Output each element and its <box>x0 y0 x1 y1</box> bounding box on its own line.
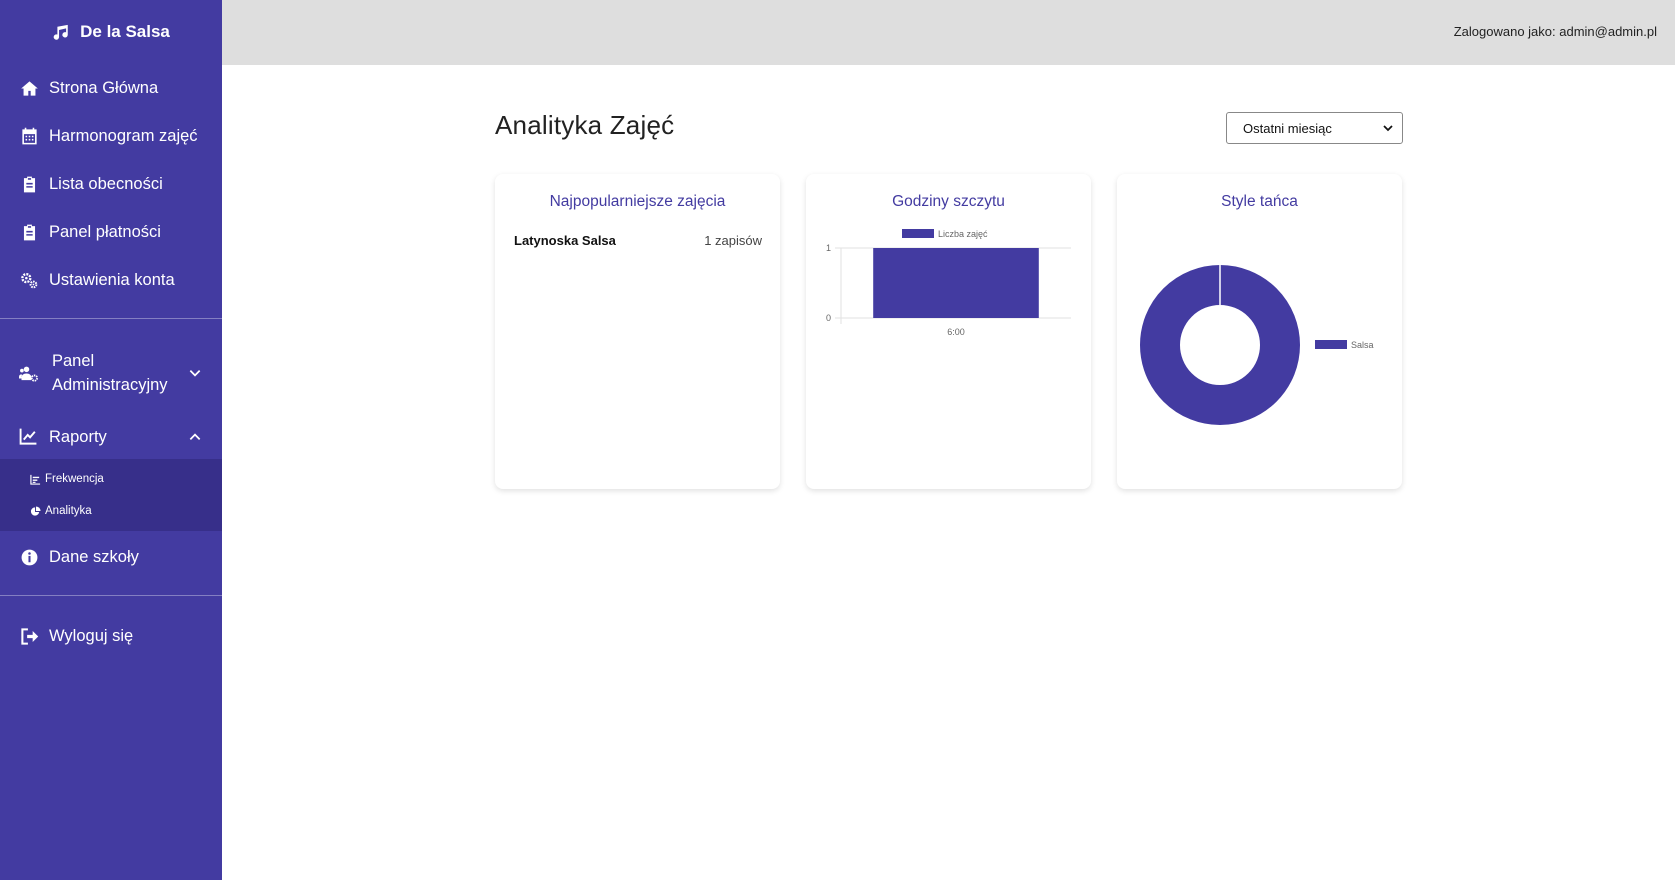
sidebar-subitem-label: Frekwencja <box>45 473 104 485</box>
sidebar-item-school-data[interactable]: Dane szkoły <box>0 533 222 581</box>
logged-in-user: Zalogowano jako: admin@admin.pl <box>1453 24 1657 39</box>
sidebar-item-label: Strona Główna <box>49 78 159 97</box>
calendar-icon <box>19 126 39 146</box>
sidebar-item-logout[interactable]: Wyloguj się <box>0 612 222 660</box>
users-cog-icon <box>19 363 39 383</box>
period-select[interactable]: Ostatni miesiąc <box>1226 112 1403 144</box>
chevron-up-icon <box>189 433 201 440</box>
chevron-down-icon <box>1383 125 1393 132</box>
bar <box>873 248 1039 318</box>
sign-out-icon <box>19 626 39 646</box>
gears-icon <box>19 270 39 290</box>
sidebar-item-label: Harmonogram zajęć <box>49 126 198 145</box>
sidebar-divider <box>0 595 222 596</box>
sidebar-item-label: Lista obecności <box>49 174 163 193</box>
y-tick-label: 1 <box>826 243 831 253</box>
card-title: Godziny szczytu <box>892 193 1005 210</box>
legend-label: Liczba zajęć <box>938 229 988 239</box>
x-tick-label: 6:00 <box>947 327 965 337</box>
period-select-value: Ostatni miesiąc <box>1243 120 1332 136</box>
sidebar-subitem-analytics[interactable]: Analityka <box>0 495 222 527</box>
clipboard-icon <box>19 222 39 242</box>
legend-label: Salsa <box>1351 340 1374 350</box>
clipboard-icon <box>19 174 39 194</box>
class-name: Latynoska Salsa <box>514 233 616 248</box>
top-bar: Zalogowano jako: admin@admin.pl <box>222 0 1675 65</box>
list-item: Latynoska Salsa 1 zapisów <box>514 233 762 248</box>
sidebar-item-payments[interactable]: Panel płatności <box>0 208 222 256</box>
legend-swatch <box>902 229 934 238</box>
enrollment-count: 1 zapisów <box>704 233 762 248</box>
peak-hours-card: Godziny szczytu Liczba zajęć 0 1 6:00 <box>806 174 1091 489</box>
sidebar-subitem-attendance[interactable]: Frekwencja <box>0 463 222 495</box>
sidebar-item-label: Raporty <box>49 428 107 446</box>
sidebar: De la Salsa Strona Główna Harmonogram za… <box>0 0 222 880</box>
dance-styles-card: Style tańca Salsa <box>1117 174 1402 489</box>
sidebar-item-label: Dane szkoły <box>49 547 139 566</box>
reports-submenu: Frekwencja Analityka <box>0 459 222 531</box>
brand-name: De la Salsa <box>80 22 170 41</box>
chevron-down-icon <box>189 370 201 377</box>
sidebar-item-label: Panel Administracyjny <box>52 352 168 394</box>
popular-classes-card: Najpopularniejsze zajęcia Latynoska Sals… <box>495 174 780 489</box>
legend-swatch <box>1315 340 1347 349</box>
page-title: Analityka Zajęć <box>495 110 675 140</box>
music-note-icon <box>53 24 68 40</box>
sidebar-divider <box>0 318 222 319</box>
sidebar-item-label: Panel płatności <box>49 222 161 241</box>
sidebar-item-account-settings[interactable]: Ustawienia konta <box>0 256 222 304</box>
chart-bar-icon <box>30 474 41 485</box>
peak-hours-bar-chart: Liczba zajęć 0 1 6:00 <box>826 229 1071 337</box>
sidebar-item-label: Ustawienia konta <box>49 270 175 289</box>
card-title: Style tańca <box>1221 193 1298 210</box>
info-circle-icon <box>19 547 39 567</box>
sidebar-subitem-label: Analityka <box>45 505 92 517</box>
y-tick-label: 0 <box>826 313 831 323</box>
sidebar-item-attendance[interactable]: Lista obecności <box>0 160 222 208</box>
chart-line-icon <box>19 427 39 447</box>
home-icon <box>19 78 39 98</box>
sidebar-item-label: Wyloguj się <box>49 626 134 645</box>
sidebar-item-reports[interactable]: Raporty <box>0 415 222 459</box>
card-title: Najpopularniejsze zajęcia <box>549 193 726 210</box>
brand[interactable]: De la Salsa <box>0 0 222 64</box>
sidebar-item-schedule[interactable]: Harmonogram zajęć <box>0 112 222 160</box>
sidebar-item-home[interactable]: Strona Główna <box>0 64 222 112</box>
dance-styles-doughnut-chart: Salsa <box>1140 265 1374 425</box>
chart-pie-icon <box>30 505 41 516</box>
app-root: De la Salsa Strona Główna Harmonogram za… <box>0 0 1675 880</box>
sidebar-item-admin-panel[interactable]: Panel Administracyjny <box>0 349 222 397</box>
